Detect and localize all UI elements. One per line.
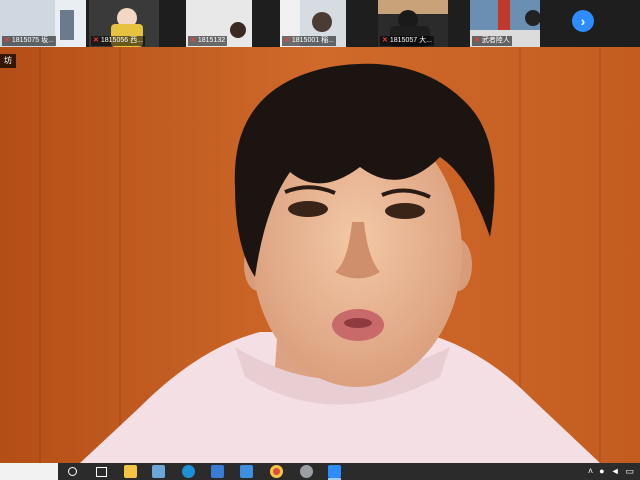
windows-taskbar: ˄ ● ◄ ▭ <box>0 463 640 480</box>
system-tray[interactable]: ˄ ● ◄ ▭ <box>588 463 634 480</box>
participant-thumbnail[interactable]: ✕ 1815001 稲... <box>280 0 346 47</box>
speaker-video-frame <box>0 47 640 463</box>
thumbnail-strip: ✕ 1815075 坂... ✕ 1815056 西... ✕ 1815132 ✕ 18… <box>0 0 640 47</box>
network-icon[interactable]: ▭ <box>625 463 634 480</box>
app-icon[interactable] <box>300 465 313 478</box>
chevron-up-icon[interactable]: ˄ <box>588 463 593 480</box>
participant-name: ✕ 1815075 坂... <box>2 36 56 46</box>
cortana-icon[interactable] <box>68 467 77 476</box>
edge-icon[interactable] <box>182 465 195 478</box>
speaker-name-tag: 坊 <box>0 54 16 68</box>
microphone-icon[interactable]: ● <box>599 463 604 480</box>
muted-mic-icon: ✕ <box>284 37 290 44</box>
file-explorer-icon[interactable] <box>124 465 137 478</box>
participant-name: ✕ 1815001 稲... <box>282 36 336 46</box>
participant-thumbnail[interactable]: ✕ 1815057 大... <box>378 0 448 47</box>
participant-name: ✕ 1815132 <box>188 36 228 46</box>
participant-name: ✕ 1815056 西... <box>91 36 145 46</box>
zoom-icon[interactable] <box>328 465 341 478</box>
participant-thumbnail[interactable]: ✕ 武者陸人 <box>470 0 540 47</box>
store-icon[interactable] <box>211 465 224 478</box>
participant-name: ✕ 1815057 大... <box>380 36 434 46</box>
muted-mic-icon: ✕ <box>93 37 99 44</box>
muted-mic-icon: ✕ <box>4 37 10 44</box>
muted-mic-icon: ✕ <box>190 37 196 44</box>
next-page-button[interactable]: › <box>572 10 594 32</box>
participant-thumbnail[interactable]: ✕ 1815075 坂... <box>0 0 86 47</box>
taskbar-search-box[interactable] <box>0 463 58 480</box>
main-video <box>0 47 640 463</box>
volume-icon[interactable]: ◄ <box>611 463 620 480</box>
participant-thumbnail[interactable]: ✕ 1815132 <box>186 0 252 47</box>
chevron-right-icon: › <box>580 13 586 29</box>
muted-mic-icon: ✕ <box>382 37 388 44</box>
chrome-icon[interactable] <box>270 465 283 478</box>
participant-thumbnail[interactable]: ✕ 1815056 西... <box>89 0 159 47</box>
task-view-icon[interactable] <box>96 467 107 477</box>
mail-icon[interactable] <box>240 465 253 478</box>
photos-icon[interactable] <box>152 465 165 478</box>
participant-name: ✕ 武者陸人 <box>472 36 512 46</box>
muted-mic-icon: ✕ <box>474 37 480 44</box>
